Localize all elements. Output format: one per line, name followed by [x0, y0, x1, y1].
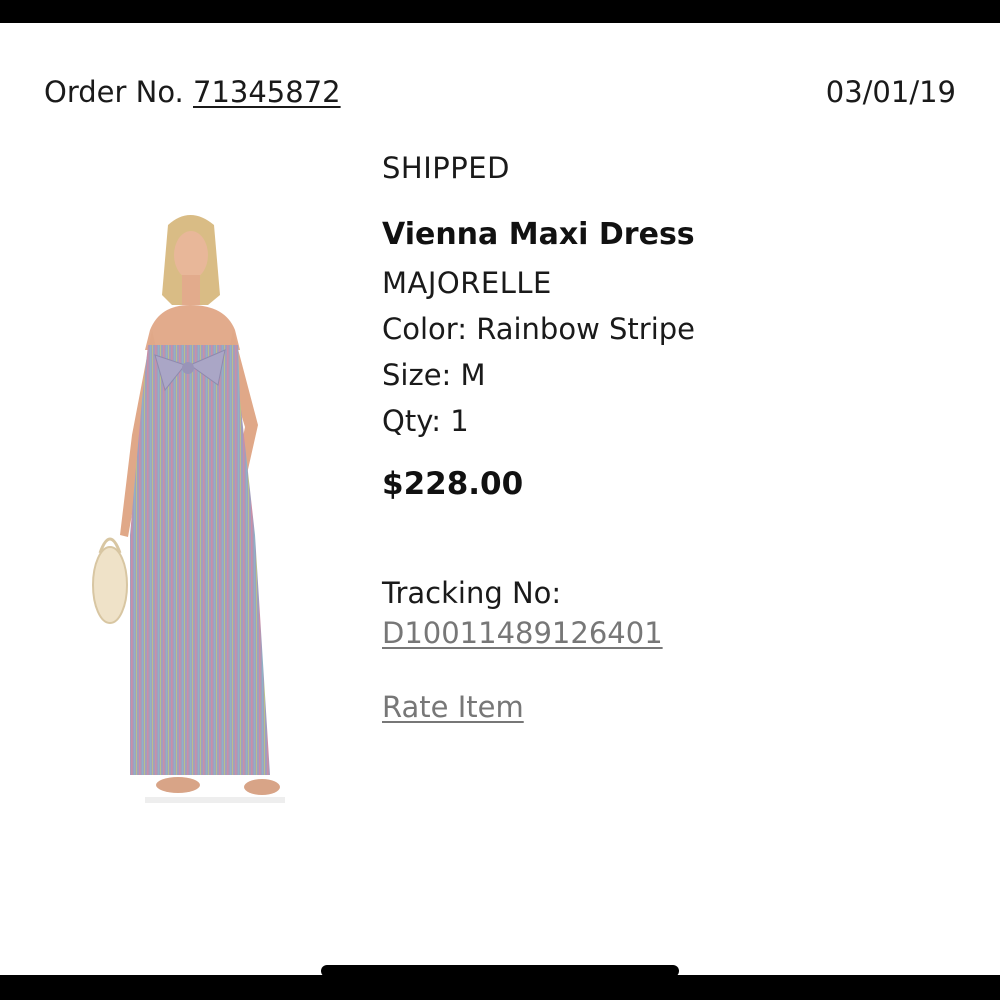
- item-details: SHIPPED Vienna Maxi Dress MAJORELLE Colo…: [382, 151, 695, 724]
- order-detail-screen: Order No. 71345872 03/01/19 SHIPPED Vien…: [0, 23, 1000, 977]
- tracking-number-link[interactable]: D10011489126401: [382, 616, 695, 650]
- order-number-row: Order No. 71345872: [44, 75, 341, 109]
- bag-shape: [92, 546, 128, 624]
- product-name: Vienna Maxi Dress: [382, 217, 695, 252]
- shoulders-shape: [145, 305, 240, 350]
- tracking-label: Tracking No:: [382, 576, 562, 610]
- qty-text: Qty: 1: [382, 404, 469, 438]
- home-indicator[interactable]: [321, 965, 679, 977]
- product-image[interactable]: [90, 205, 290, 805]
- order-number-link[interactable]: 71345872: [193, 75, 341, 109]
- rate-item-link[interactable]: Rate Item: [382, 690, 524, 724]
- order-date: 03/01/19: [825, 75, 956, 109]
- brand-name: MAJORELLE: [382, 266, 552, 300]
- order-label: Order No.: [44, 75, 184, 109]
- price-text: $228.00: [382, 466, 524, 502]
- size-text: Size: M: [382, 358, 486, 392]
- status-label: SHIPPED: [382, 151, 510, 185]
- face-shape: [174, 231, 208, 279]
- color-text: Color: Rainbow Stripe: [382, 312, 696, 346]
